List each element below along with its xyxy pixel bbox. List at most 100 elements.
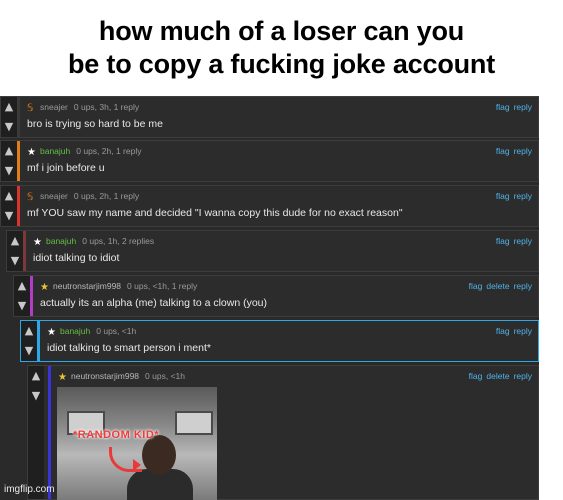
star-avatar-icon[interactable]: ★: [27, 148, 37, 158]
thread-depth-bar: [37, 321, 40, 361]
reply-link[interactable]: reply: [514, 146, 532, 156]
comment-stats: 0 ups, <1h: [145, 371, 185, 381]
comment-actions: flag reply: [492, 146, 532, 156]
flag-link[interactable]: flag: [496, 191, 510, 201]
comment-text: idiot talking to idiot: [33, 252, 120, 264]
arrow-down-icon[interactable]: ▼: [4, 210, 14, 222]
thread-depth-bar: [17, 141, 20, 181]
reply-link[interactable]: reply: [514, 371, 532, 381]
comment-text: bro is trying so hard to be me: [27, 118, 163, 130]
comment-actions: flag delete reply: [465, 371, 532, 381]
flag-link[interactable]: flag: [496, 236, 510, 246]
comment-meta: ★ neutronstarjim998 0 ups, <1h: [58, 371, 185, 383]
comment-meta: 𝕊sneajer 0 ups, 3h, 1 reply: [27, 102, 139, 114]
arrow-up-icon[interactable]: ▲: [17, 280, 27, 292]
thread-depth-bar: [23, 231, 26, 271]
vote-column: ▲ ▼: [1, 97, 17, 137]
comment-meta: ★ neutronstarjim998 0 ups, <1h, 1 reply: [40, 281, 197, 293]
arrow-up-icon[interactable]: ▲: [4, 190, 14, 202]
flag-link[interactable]: flag: [496, 102, 510, 112]
arrow-down-icon[interactable]: ▼: [24, 345, 34, 357]
comment-username[interactable]: sneajer: [40, 191, 68, 201]
comment-stats: 0 ups, 2h, 1 reply: [76, 146, 142, 156]
thread-depth-bar: [17, 186, 20, 226]
comment-meta: 𝕊sneajer 0 ups, 2h, 1 reply: [27, 191, 139, 203]
vote-column: ▲ ▼: [7, 231, 23, 271]
comment-text: mf i join before u: [27, 162, 105, 174]
comment-stats: 0 ups, 2h, 1 reply: [73, 191, 140, 201]
vote-column: ▲ ▼: [21, 321, 37, 361]
flag-link[interactable]: flag: [469, 281, 483, 291]
delete-link[interactable]: delete: [486, 281, 509, 291]
flag-link[interactable]: flag: [496, 146, 510, 156]
user-avatar-icon[interactable]: 𝕊: [27, 193, 37, 203]
comment-actions: flag delete reply: [465, 281, 532, 291]
comment-username[interactable]: neutronstarjim998: [53, 281, 121, 291]
image-caption-tag: *RANDOM KID*: [73, 429, 160, 441]
comment-username[interactable]: sneajer: [40, 102, 68, 112]
reply-link[interactable]: reply: [514, 236, 532, 246]
comment: ▲ ▼ ★ banajuh 0 ups, 2h, 1 reply mf i join…: [0, 140, 539, 182]
arrow-down-icon[interactable]: ▼: [17, 300, 27, 312]
comment-text: actually its an alpha (me) talking to a …: [40, 297, 268, 309]
arrow-up-icon[interactable]: ▲: [4, 145, 14, 157]
comment: ▲ ▼ ★ neutronstarjim998 0 ups, <1h, 1 repl…: [13, 275, 539, 317]
star-avatar-icon[interactable]: ★: [33, 238, 43, 248]
imgflip-watermark: imgflip.com: [4, 484, 55, 495]
user-avatar-icon[interactable]: 𝕊: [27, 104, 37, 114]
comment-actions: flag reply: [492, 102, 532, 112]
arrow-up-icon[interactable]: ▲: [31, 370, 41, 382]
reply-link[interactable]: reply: [514, 326, 532, 336]
arrow-down-icon[interactable]: ▼: [31, 390, 41, 402]
comment: ▲ ▼ ★ banajuh 0 ups, 1h, 2 replies idiot t…: [6, 230, 539, 272]
comment-username[interactable]: neutronstarjim998: [71, 371, 139, 381]
comment-actions: flag reply: [492, 236, 532, 246]
flag-link[interactable]: flag: [496, 326, 510, 336]
comment-meta: ★ banajuh 0 ups, 2h, 1 reply: [27, 146, 141, 158]
comment-stats: 0 ups, <1h, 1 reply: [127, 281, 198, 291]
comment-stats: 0 ups, 1h, 2 replies: [82, 236, 155, 246]
arrow-pointer-head-icon: [133, 459, 141, 471]
star-avatar-icon[interactable]: ★: [58, 373, 68, 383]
arrow-down-icon[interactable]: ▼: [10, 255, 20, 267]
star-avatar-icon[interactable]: ★: [47, 328, 57, 338]
comment-username[interactable]: banajuh: [60, 326, 90, 336]
comment-image[interactable]: *RANDOM KID*: [57, 387, 217, 500]
vote-column: ▲ ▼: [14, 276, 30, 316]
comment-stats: 0 ups, <1h: [96, 326, 137, 336]
comment: ▲ ▼ ★ banajuh 0 ups, <1h idiot talking to …: [20, 320, 539, 362]
vote-column: ▲ ▼: [1, 141, 17, 181]
bus-window: [175, 411, 213, 435]
arrow-down-icon[interactable]: ▼: [4, 165, 14, 177]
comment-text: mf YOU saw my name and decided "I wanna …: [27, 207, 403, 219]
comment-username[interactable]: banajuh: [46, 236, 76, 246]
thread-depth-bar: [48, 366, 51, 499]
comment-stats: 0 ups, 3h, 1 reply: [73, 102, 140, 112]
comment: ▲ ▼ 𝕊sneajer 0 ups, 3h, 1 reply bro is tr…: [0, 96, 539, 138]
arrow-down-icon[interactable]: ▼: [4, 121, 14, 133]
arrow-up-icon[interactable]: ▲: [10, 235, 20, 247]
flag-link[interactable]: flag: [469, 371, 483, 381]
delete-link[interactable]: delete: [486, 371, 509, 381]
person-head: [142, 435, 176, 475]
meme-caption: how much of a loser can you be to copy a…: [0, 0, 563, 96]
comment: ▲ ▼ 𝕊sneajer 0 ups, 2h, 1 reply mf YOU sa…: [0, 185, 539, 227]
thread-right-margin: [539, 96, 563, 500]
thread-depth-bar: [30, 276, 33, 316]
reply-link[interactable]: reply: [514, 102, 532, 112]
arrow-up-icon[interactable]: ▲: [4, 101, 14, 113]
comment-actions: flag reply: [492, 326, 532, 336]
vote-column: ▲ ▼: [1, 186, 17, 226]
comment-text: idiot talking to smart person i ment*: [47, 342, 211, 354]
vote-column: ▲ ▼: [28, 366, 44, 499]
arrow-up-icon[interactable]: ▲: [24, 325, 34, 337]
reply-link[interactable]: reply: [514, 191, 532, 201]
star-avatar-icon[interactable]: ★: [40, 283, 50, 293]
caption-text: how much of a loser can you be to copy a…: [68, 16, 495, 79]
reply-link[interactable]: reply: [514, 281, 532, 291]
thread-depth-bar: [17, 97, 20, 137]
comment-meta: ★ banajuh 0 ups, <1h: [47, 326, 136, 338]
comment-username[interactable]: banajuh: [40, 146, 70, 156]
comment-meta: ★ banajuh 0 ups, 1h, 2 replies: [33, 236, 154, 248]
comment-actions: flag reply: [492, 191, 532, 201]
